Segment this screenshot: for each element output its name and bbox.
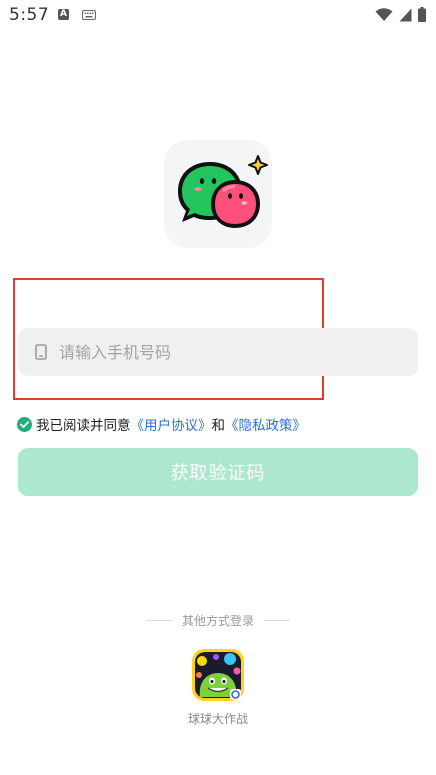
privacy-policy-link[interactable]: 《隐私政策》	[225, 414, 306, 434]
agreement-row: 我已阅读并同意 《用户协议》 和 《隐私政策》	[17, 414, 306, 434]
ball-battle-game-icon	[192, 649, 244, 701]
get-code-button[interactable]: 获取验证码	[18, 448, 418, 496]
phone-icon	[35, 344, 47, 360]
user-agreement-link[interactable]: 《用户协议》	[131, 414, 212, 434]
status-bar: 5:57 A	[0, 0, 436, 30]
checkbox-checked-icon[interactable]	[17, 416, 32, 432]
game-login-icon[interactable]	[192, 649, 244, 701]
wifi-icon	[375, 7, 393, 21]
other-login-row: 其他方式登录	[0, 612, 436, 629]
phone-input[interactable]	[59, 342, 379, 362]
game-login-label: 球球大作战	[187, 712, 248, 726]
app-logo	[164, 140, 272, 248]
keyboard-icon	[82, 10, 96, 20]
and-text: 和	[211, 418, 226, 434]
status-time: 5:57	[9, 5, 50, 25]
divider-left	[145, 620, 172, 621]
battery-icon	[418, 7, 426, 22]
cellular-signal-icon	[399, 8, 412, 21]
other-login-title: 其他方式登录	[181, 614, 254, 628]
chat-bubbles-logo-icon	[178, 155, 268, 228]
notification-a-icon: A	[58, 9, 69, 20]
phone-field[interactable]	[18, 328, 418, 376]
divider-right	[264, 620, 290, 621]
agreement-text: 我已阅读并同意	[36, 418, 131, 434]
